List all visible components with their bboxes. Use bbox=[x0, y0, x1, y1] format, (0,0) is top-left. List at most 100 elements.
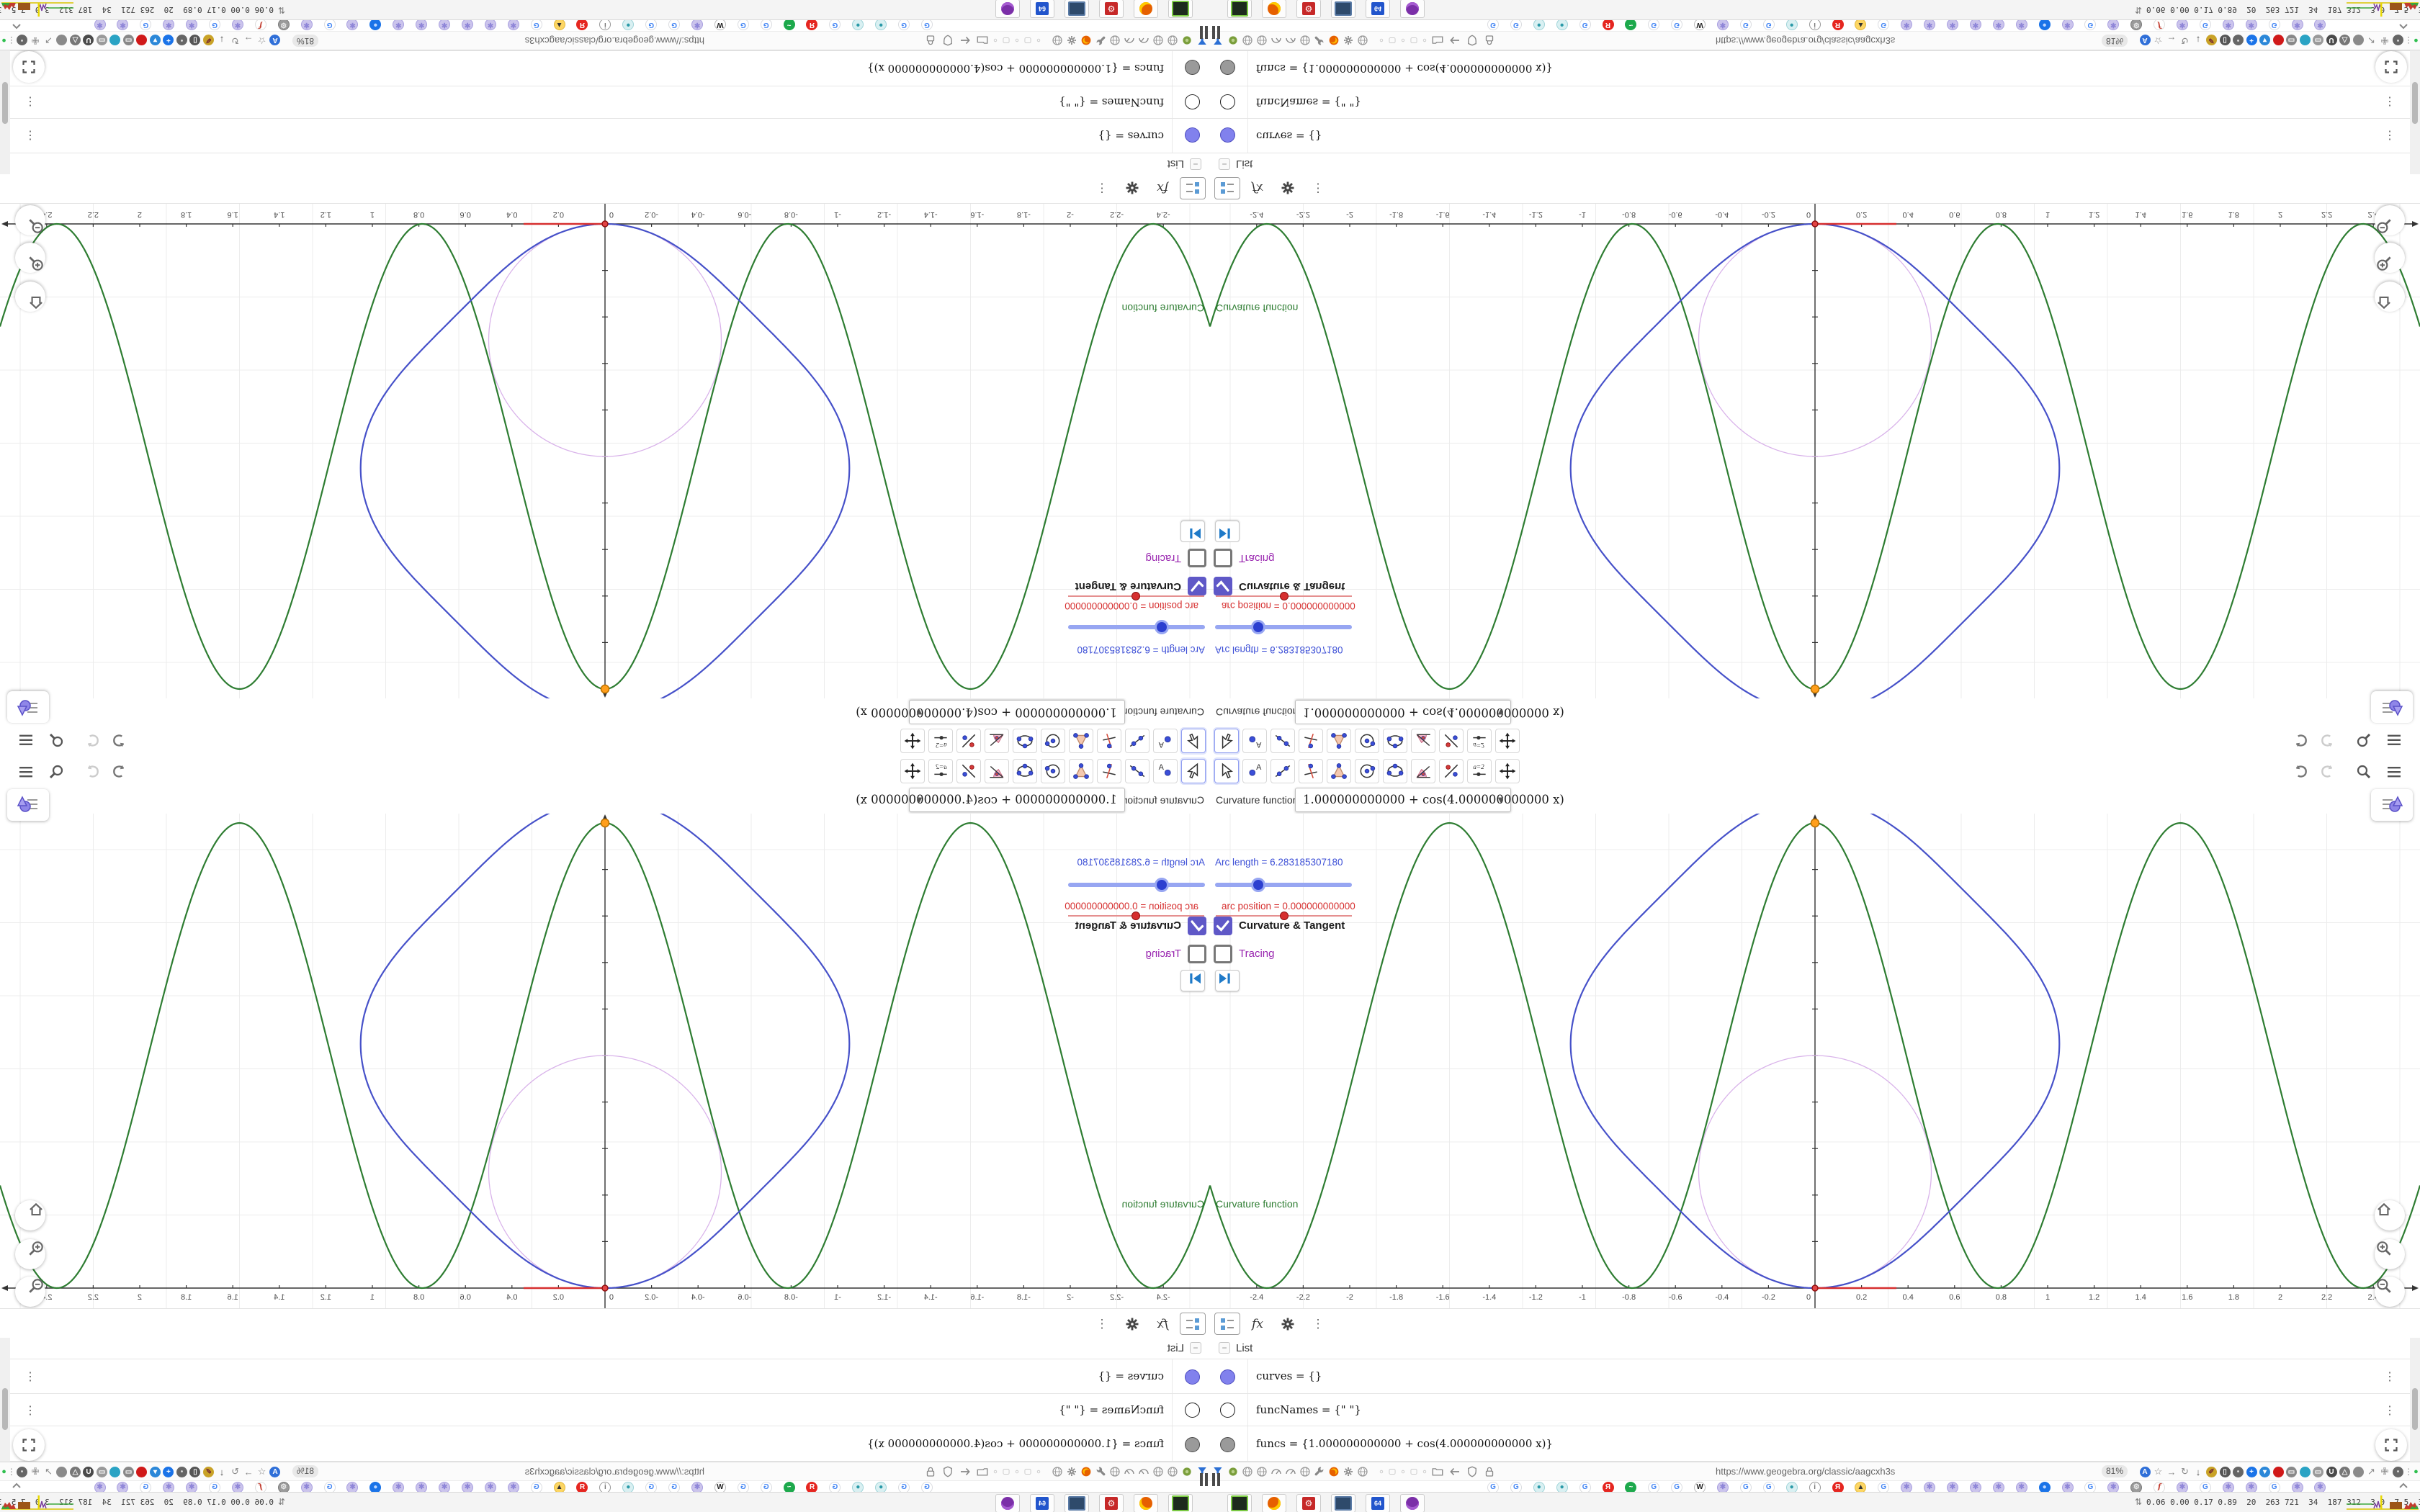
extension-down-blue-icon[interactable]: ▾ bbox=[2258, 33, 2272, 48]
page-zoom-badge[interactable]: 81% bbox=[2102, 1465, 2128, 1477]
extension-badge-dark-icon[interactable]: U bbox=[81, 33, 96, 48]
gauge-icon[interactable] bbox=[1283, 1464, 1298, 1479]
tool-angle-button[interactable] bbox=[985, 759, 1009, 783]
extension-gear-dark-icon[interactable]: • bbox=[15, 33, 30, 48]
algebra-row[interactable]: funcNames = {" "} ⋮ bbox=[1210, 86, 2420, 119]
tracing-checkbox[interactable] bbox=[1188, 945, 1206, 963]
shield-icon[interactable] bbox=[1465, 1464, 1479, 1479]
bookmark-google-icon[interactable]: G bbox=[1510, 19, 1522, 30]
bookmark-yandex-icon[interactable]: Я bbox=[1832, 19, 1844, 30]
bookmark-google-icon[interactable]: G bbox=[1487, 19, 1499, 30]
bookmark-flower-icon[interactable]: ✱ bbox=[1947, 19, 1958, 30]
tool-line-button[interactable] bbox=[1270, 759, 1295, 783]
tool-perpendicular-line-button[interactable] bbox=[1097, 759, 1121, 783]
extension-arrow-icon[interactable]: → bbox=[241, 33, 256, 48]
extension-globe-gray-icon[interactable]: ● bbox=[2351, 33, 2365, 48]
menu-icon[interactable] bbox=[16, 762, 36, 782]
tray-expand-icon[interactable] bbox=[2397, 1479, 2410, 1492]
graph-canvas[interactable]: -2.4 -2.2 -2 -1.8 -1.6 -1.4 -1.2 -1 -0.8 -0.6 -0.4… bbox=[1210, 203, 2420, 698]
extension-reload-icon[interactable]: ↻ bbox=[2178, 1464, 2192, 1479]
tool-reflect-about-line-button[interactable] bbox=[956, 729, 981, 753]
extension-globe-gray-icon[interactable]: ● bbox=[55, 33, 69, 48]
bookmark-flower-icon[interactable]: ✱ bbox=[2314, 19, 2326, 30]
fullscreen-button[interactable] bbox=[2375, 1429, 2407, 1461]
tool-conic-five-points-button[interactable] bbox=[1013, 759, 1037, 783]
curvature-function-dropdown[interactable]: 1.000000000000 + cos(4.000000000000 x) ▼ bbox=[856, 700, 1125, 724]
function-view-button[interactable]: fx bbox=[1150, 177, 1175, 199]
function-view-button[interactable]: fx bbox=[1150, 1313, 1175, 1335]
taskbar-app-monitor[interactable] bbox=[1331, 0, 1355, 18]
taskbar-app-terminal[interactable] bbox=[1227, 1494, 1252, 1512]
fullscreen-button[interactable] bbox=[13, 51, 45, 83]
extension-share-icon[interactable]: ↗ bbox=[2365, 33, 2379, 48]
bookmark-google-icon[interactable]: G bbox=[1648, 19, 1660, 30]
extension-record-red-icon[interactable]: ● bbox=[2271, 33, 2285, 48]
bookmark-google-icon[interactable]: G bbox=[209, 19, 221, 30]
extension-share-icon[interactable]: ↗ bbox=[42, 33, 56, 48]
bookmark-flower-icon[interactable]: ✱ bbox=[117, 19, 129, 30]
gauge-icon[interactable] bbox=[1269, 1464, 1283, 1479]
step-forward-button[interactable] bbox=[1180, 970, 1205, 991]
extension-translate-icon[interactable]: A bbox=[268, 33, 282, 48]
bookmark-google-icon[interactable]: G bbox=[668, 19, 681, 30]
extension-overflow-icon[interactable]: ⋮ ● bbox=[1, 33, 16, 48]
arc-length-slider[interactable] bbox=[1215, 883, 1352, 887]
bookmark-flower-icon[interactable]: ✱ bbox=[1992, 19, 2004, 30]
search-icon[interactable] bbox=[46, 762, 66, 782]
taskbar-app-floppy-64[interactable]: 64 bbox=[1030, 0, 1054, 18]
algebra-row[interactable]: funcs = {1.000000000000 + cos(4.00000000… bbox=[0, 1426, 1210, 1462]
search-icon[interactable] bbox=[2354, 730, 2374, 750]
extension-gear-dark-icon[interactable]: • bbox=[2231, 33, 2246, 48]
extension-wrench-icon[interactable]: ✙ bbox=[28, 33, 42, 48]
algebra-expression[interactable]: funcs = {1.000000000000 + cos(4.00000000… bbox=[1256, 1437, 1553, 1450]
tool-slider-button[interactable]: a=2 bbox=[928, 759, 953, 783]
extension-globe-gray-icon[interactable]: ● bbox=[2351, 1464, 2365, 1479]
graph-canvas[interactable]: -2.4 -2.2 -2 -1.8 -1.6 -1.4 -1.2 -1 -0.8 -0.6 -0.4… bbox=[1210, 814, 2420, 1309]
tool-angle-button[interactable] bbox=[1411, 759, 1435, 783]
tool-point-button[interactable]: A bbox=[1153, 759, 1178, 783]
extension-gear-dark-icon[interactable]: • bbox=[15, 1464, 30, 1479]
extension-gear-dark-icon[interactable]: • bbox=[2391, 33, 2406, 48]
gear-icon[interactable] bbox=[1065, 1464, 1079, 1479]
bookmark-wikipedia-icon[interactable]: W bbox=[1694, 19, 1706, 30]
tool-polygon-button[interactable] bbox=[1327, 759, 1351, 783]
firefox-icon[interactable] bbox=[1079, 33, 1093, 48]
algebra-row[interactable]: curves = {} ⋮ bbox=[1210, 119, 2420, 153]
globe-icon[interactable] bbox=[1298, 1464, 1312, 1479]
taskbar-app-package-red[interactable]: ⚙ bbox=[1296, 0, 1321, 18]
bookmark-flower-icon[interactable]: ✱ bbox=[2222, 19, 2234, 30]
extension-overflow-icon[interactable]: ⋮ ● bbox=[2404, 33, 2419, 48]
firefox-icon[interactable] bbox=[1327, 1464, 1341, 1479]
visibility-marble-violet[interactable] bbox=[1220, 127, 1235, 143]
bookmark-flower-icon[interactable]: ✱ bbox=[507, 19, 519, 30]
tool-reflect-about-line-button[interactable] bbox=[956, 759, 981, 783]
curvature-tangent-checkbox[interactable] bbox=[1188, 917, 1206, 935]
visibility-marble-white[interactable] bbox=[1220, 94, 1235, 109]
bookmark-flower-icon[interactable]: ✱ bbox=[691, 19, 703, 30]
tool-move-button[interactable] bbox=[1181, 759, 1206, 783]
algebra-panel-toggle-button[interactable] bbox=[7, 789, 49, 821]
home-button[interactable] bbox=[2375, 1200, 2405, 1230]
tool-polygon-button[interactable] bbox=[1327, 729, 1351, 753]
bookmark-google-icon[interactable]: G bbox=[1739, 19, 1752, 30]
step-forward-button[interactable] bbox=[1215, 521, 1240, 542]
fullscreen-button[interactable] bbox=[13, 1429, 45, 1461]
collapse-icon[interactable]: − bbox=[1190, 158, 1201, 170]
search-icon[interactable] bbox=[46, 730, 66, 750]
folder-icon[interactable] bbox=[1430, 33, 1445, 48]
tree-view-button[interactable] bbox=[1180, 1313, 1206, 1335]
algebra-expression[interactable]: funcs = {1.000000000000 + cos(4.00000000… bbox=[867, 1437, 1164, 1450]
gauge-icon[interactable] bbox=[1137, 33, 1151, 48]
arrow-left-icon[interactable] bbox=[958, 33, 972, 48]
extension-trash-icon[interactable]: ▭ bbox=[122, 33, 136, 48]
bookmark-info-icon[interactable]: i bbox=[599, 19, 611, 30]
tool-line-button[interactable] bbox=[1270, 729, 1295, 753]
bookmark-flower-icon[interactable]: ✱ bbox=[484, 19, 496, 30]
taskbar-app-terminal[interactable] bbox=[1168, 1494, 1193, 1512]
algebra-expression[interactable]: funcNames = {" "} bbox=[1059, 96, 1164, 109]
bookmark-chat-icon[interactable]: ● bbox=[2038, 19, 2051, 30]
home-button[interactable] bbox=[15, 1200, 45, 1230]
step-forward-button[interactable] bbox=[1215, 970, 1240, 991]
bookmark-google-icon[interactable]: G bbox=[2199, 19, 2211, 30]
extension-plus-blue-icon[interactable]: + bbox=[2244, 1464, 2259, 1479]
